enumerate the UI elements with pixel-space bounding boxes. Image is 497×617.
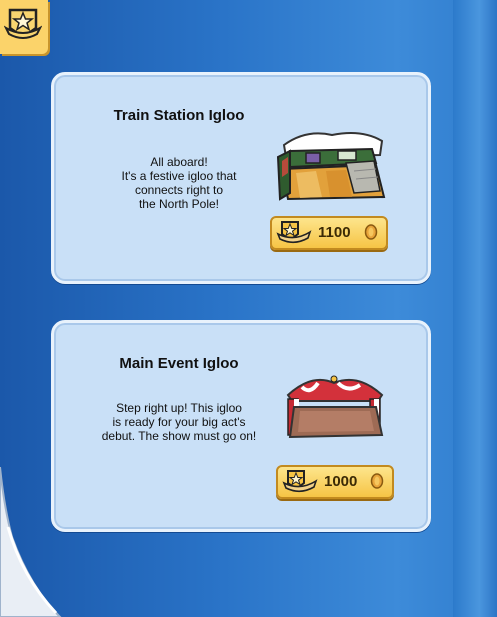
main-event-igloo-image[interactable] bbox=[282, 373, 388, 445]
price-amount: 1000 bbox=[324, 473, 358, 490]
star-badge-icon bbox=[4, 8, 42, 39]
coin-icon bbox=[364, 224, 378, 240]
train-station-igloo-image[interactable] bbox=[276, 127, 388, 201]
member-corner-tab[interactable] bbox=[0, 0, 48, 54]
item-title: Main Event Igloo bbox=[119, 355, 239, 372]
page-curl[interactable] bbox=[0, 467, 70, 617]
coin-icon bbox=[370, 473, 384, 489]
buy-button-train-station[interactable]: 1100 bbox=[270, 216, 388, 250]
item-card-main-event: Main Event Igloo Step right up! This igl… bbox=[51, 320, 431, 532]
page-edge bbox=[453, 0, 497, 617]
item-title: Train Station Igloo bbox=[113, 107, 245, 124]
price-amount: 1100 bbox=[318, 224, 351, 241]
member-badge-icon bbox=[282, 470, 318, 493]
item-description: All aboard! It's a festive igloo that co… bbox=[121, 155, 237, 211]
buy-button-main-event[interactable]: 1000 bbox=[276, 465, 394, 499]
item-description: Step right up! This igloo is ready for y… bbox=[101, 401, 257, 443]
member-badge-icon bbox=[276, 221, 312, 244]
item-card-train-station: Train Station Igloo All aboard! It's a f… bbox=[51, 72, 431, 284]
